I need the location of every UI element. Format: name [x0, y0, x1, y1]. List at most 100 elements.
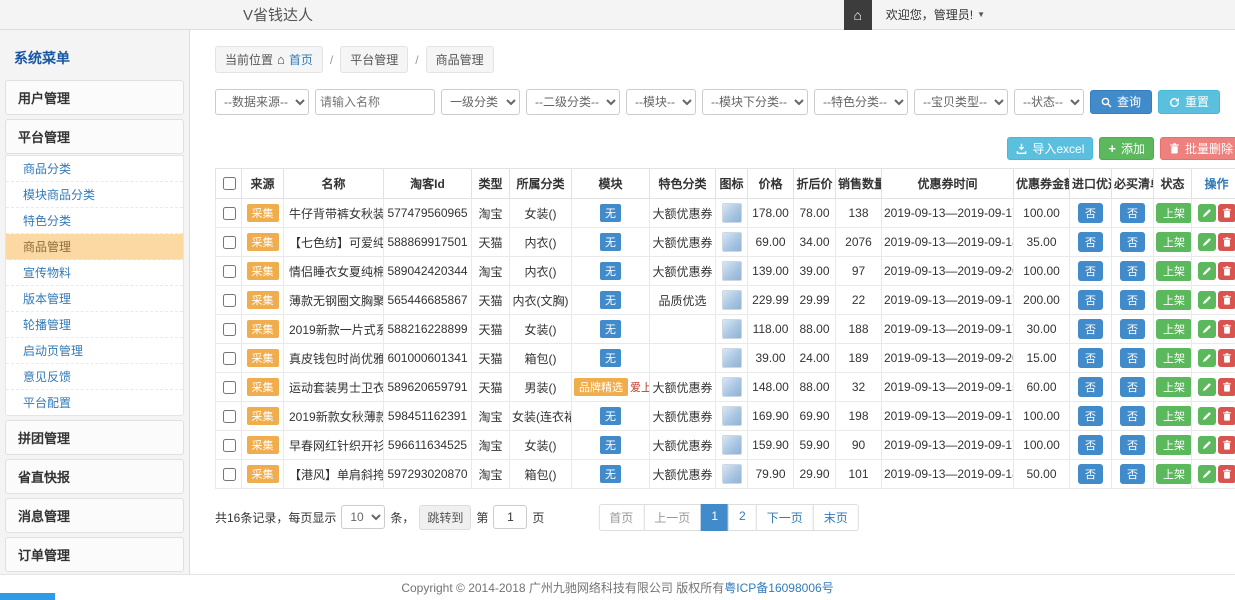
edit-button[interactable]: [1198, 262, 1216, 280]
must-buy-button[interactable]: 否: [1120, 435, 1145, 455]
status-button[interactable]: 上架: [1156, 435, 1192, 455]
import-pick-button[interactable]: 否: [1078, 203, 1103, 223]
breadcrumb-item-platform[interactable]: 平台管理: [340, 46, 408, 73]
import-pick-button[interactable]: 否: [1078, 261, 1103, 281]
row-checkbox[interactable]: [223, 265, 236, 278]
sidebar-item-3[interactable]: 省直快报: [5, 459, 184, 494]
filter-select-3[interactable]: --二级分类--: [526, 89, 620, 115]
add-button[interactable]: + 添加: [1099, 137, 1154, 160]
status-button[interactable]: 上架: [1156, 203, 1192, 223]
sidebar-subitem-意见反馈[interactable]: 意见反馈: [6, 364, 183, 390]
import-pick-button[interactable]: 否: [1078, 348, 1103, 368]
breadcrumb-item-products[interactable]: 商品管理: [426, 46, 494, 73]
must-buy-button[interactable]: 否: [1120, 261, 1145, 281]
delete-button[interactable]: [1218, 320, 1235, 338]
filter-select-6[interactable]: --特色分类--: [814, 89, 908, 115]
row-checkbox[interactable]: [223, 439, 236, 452]
filter-select-4[interactable]: --模块--: [626, 89, 696, 115]
must-buy-button[interactable]: 否: [1120, 232, 1145, 252]
delete-button[interactable]: [1218, 204, 1235, 222]
must-buy-button[interactable]: 否: [1120, 406, 1145, 426]
import-pick-button[interactable]: 否: [1078, 232, 1103, 252]
delete-button[interactable]: [1218, 407, 1235, 425]
edit-button[interactable]: [1198, 465, 1216, 483]
status-button[interactable]: 上架: [1156, 232, 1192, 252]
delete-button[interactable]: [1218, 349, 1235, 367]
sidebar-item-1[interactable]: 平台管理: [5, 119, 184, 154]
page-button-末页[interactable]: 末页: [813, 504, 859, 531]
delete-button[interactable]: [1218, 291, 1235, 309]
filter-name-input[interactable]: [315, 89, 435, 115]
page-button-首页[interactable]: 首页: [598, 504, 644, 531]
delete-button[interactable]: [1218, 378, 1235, 396]
page-button-1[interactable]: 1: [700, 504, 729, 531]
sidebar-subitem-特色分类[interactable]: 特色分类: [6, 208, 183, 234]
jump-button[interactable]: 跳转到: [419, 505, 471, 530]
status-button[interactable]: 上架: [1156, 406, 1192, 426]
delete-button[interactable]: [1218, 233, 1235, 251]
sidebar-subitem-平台配置[interactable]: 平台配置: [6, 390, 183, 415]
row-checkbox[interactable]: [223, 381, 236, 394]
delete-button[interactable]: [1218, 262, 1235, 280]
delete-button[interactable]: [1218, 465, 1235, 483]
row-checkbox[interactable]: [223, 294, 236, 307]
import-pick-button[interactable]: 否: [1078, 406, 1103, 426]
import-excel-button[interactable]: 导入excel: [1007, 137, 1093, 160]
row-checkbox[interactable]: [223, 207, 236, 220]
import-pick-button[interactable]: 否: [1078, 319, 1103, 339]
must-buy-button[interactable]: 否: [1120, 290, 1145, 310]
breadcrumb-home-link[interactable]: 首页: [289, 51, 313, 68]
delete-button[interactable]: [1218, 436, 1235, 454]
status-button[interactable]: 上架: [1156, 464, 1192, 484]
must-buy-button[interactable]: 否: [1120, 377, 1145, 397]
sidebar-subitem-版本管理[interactable]: 版本管理: [6, 286, 183, 312]
must-buy-button[interactable]: 否: [1120, 348, 1145, 368]
filter-select-8[interactable]: --状态--: [1014, 89, 1084, 115]
user-menu[interactable]: 欢迎您，管理员! ▼: [886, 6, 985, 23]
row-checkbox[interactable]: [223, 323, 236, 336]
sidebar-item-5[interactable]: 订单管理: [5, 537, 184, 572]
sidebar-item-2[interactable]: 拼团管理: [5, 420, 184, 455]
row-checkbox[interactable]: [223, 352, 236, 365]
sidebar-item-4[interactable]: 消息管理: [5, 498, 184, 533]
import-pick-button[interactable]: 否: [1078, 377, 1103, 397]
filter-select-5[interactable]: --模块下分类--: [702, 89, 808, 115]
sidebar-subitem-宣传物料[interactable]: 宣传物料: [6, 260, 183, 286]
sidebar-subitem-商品分类[interactable]: 商品分类: [6, 156, 183, 182]
page-button-上一页[interactable]: 上一页: [643, 504, 701, 531]
status-button[interactable]: 上架: [1156, 348, 1192, 368]
icp-link[interactable]: 粤ICP备16098006号: [724, 579, 833, 596]
reset-button[interactable]: 重置: [1158, 90, 1220, 114]
edit-button[interactable]: [1198, 407, 1216, 425]
status-button[interactable]: 上架: [1156, 319, 1192, 339]
jump-page-input[interactable]: [493, 505, 527, 529]
must-buy-button[interactable]: 否: [1120, 203, 1145, 223]
page-button-下一页[interactable]: 下一页: [756, 504, 814, 531]
sidebar-subitem-模块商品分类[interactable]: 模块商品分类: [6, 182, 183, 208]
search-button[interactable]: 查询: [1090, 90, 1152, 114]
must-buy-button[interactable]: 否: [1120, 319, 1145, 339]
sidebar-subitem-商品管理[interactable]: 商品管理: [6, 234, 183, 260]
row-checkbox[interactable]: [223, 410, 236, 423]
filter-select-0[interactable]: --数据来源--: [215, 89, 309, 115]
sidebar-item-0[interactable]: 用户管理: [5, 80, 184, 115]
batch-delete-button[interactable]: 批量删除: [1160, 137, 1235, 160]
filter-select-7[interactable]: --宝贝类型--: [914, 89, 1008, 115]
page-size-select[interactable]: 10: [341, 505, 385, 529]
must-buy-button[interactable]: 否: [1120, 464, 1145, 484]
edit-button[interactable]: [1198, 378, 1216, 396]
edit-button[interactable]: [1198, 204, 1216, 222]
import-pick-button[interactable]: 否: [1078, 435, 1103, 455]
sidebar-subitem-轮播管理[interactable]: 轮播管理: [6, 312, 183, 338]
row-checkbox[interactable]: [223, 236, 236, 249]
import-pick-button[interactable]: 否: [1078, 290, 1103, 310]
edit-button[interactable]: [1198, 291, 1216, 309]
status-button[interactable]: 上架: [1156, 377, 1192, 397]
status-button[interactable]: 上架: [1156, 261, 1192, 281]
page-button-2[interactable]: 2: [728, 504, 757, 531]
edit-button[interactable]: [1198, 320, 1216, 338]
home-icon[interactable]: ⌂: [844, 0, 872, 30]
filter-select-2[interactable]: 一级分类: [441, 89, 520, 115]
sidebar-subitem-启动页管理[interactable]: 启动页管理: [6, 338, 183, 364]
edit-button[interactable]: [1198, 436, 1216, 454]
